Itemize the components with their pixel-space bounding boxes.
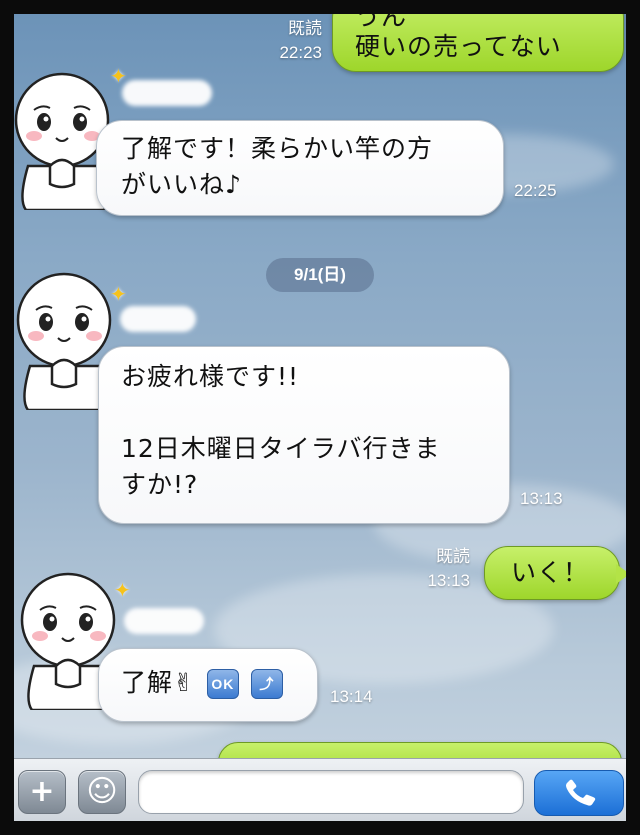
message-time: 13:13 — [427, 571, 470, 590]
emoji-button[interactable]: ☺ — [78, 770, 126, 814]
message-line: 硬いの売ってない — [355, 32, 562, 61]
ok-emoji-icon: OK — [206, 669, 239, 699]
message-input[interactable] — [138, 770, 524, 814]
sparkle-icon: ✦ — [110, 282, 127, 306]
read-receipt: 既読 — [436, 547, 470, 566]
message-text: 了解✌ — [121, 668, 195, 697]
message-line — [121, 395, 493, 431]
incoming-message-bubble[interactable]: 了解です！柔らかい竿の方 がいいね♪ — [96, 120, 504, 216]
plus-button[interactable]: + — [18, 770, 66, 814]
message-time: 22:25 — [514, 181, 557, 200]
input-bar: + ☺ — [14, 758, 626, 821]
outgoing-message-bubble[interactable]: うん 硬いの売ってない — [332, 14, 624, 72]
read-receipt: 既読 — [288, 19, 322, 38]
message-time: 13:13 — [520, 489, 563, 508]
message-text: いく！ — [511, 558, 590, 587]
chat-screen: うん 硬いの売ってない 既読 22:23 ✦ 了解です！柔らかい竿の方 がいいね… — [14, 14, 626, 821]
sparkle-icon: ✦ — [110, 64, 127, 88]
message-list: うん 硬いの売ってない 既読 22:23 ✦ 了解です！柔らかい竿の方 がいいね… — [14, 14, 626, 782]
incoming-message-bubble[interactable]: 了解✌ OK ⤴ — [98, 648, 318, 722]
message-line: 12日木曜日タイラバ行きま — [121, 434, 441, 463]
friend-name — [120, 306, 196, 332]
emoji-icon: ☺ — [86, 774, 118, 809]
message-time: 22:23 — [279, 43, 322, 62]
message-time: 13:14 — [330, 687, 373, 706]
call-button[interactable] — [534, 770, 624, 816]
plus-icon: + — [29, 774, 55, 809]
message-line: うん — [355, 14, 408, 29]
sparkle-icon: ✦ — [114, 578, 131, 602]
bubble-tail — [616, 564, 626, 584]
friend-name — [122, 80, 212, 106]
message-line: お疲れ様です!! — [121, 362, 300, 391]
friend-name — [124, 608, 204, 634]
up-arrow-emoji-icon: ⤴ — [250, 669, 283, 699]
message-line: 了解です！柔らかい竿の方 — [121, 134, 434, 163]
date-separator: 9/1(日) — [266, 258, 374, 292]
incoming-message-bubble[interactable]: お疲れ様です!! 12日木曜日タイラバ行きま すか!? — [98, 346, 510, 524]
message-line: すか!? — [121, 470, 199, 499]
message-line: がいいね♪ — [121, 170, 242, 199]
phone-icon — [566, 779, 596, 806]
outgoing-message-bubble[interactable]: いく！ — [484, 546, 620, 600]
